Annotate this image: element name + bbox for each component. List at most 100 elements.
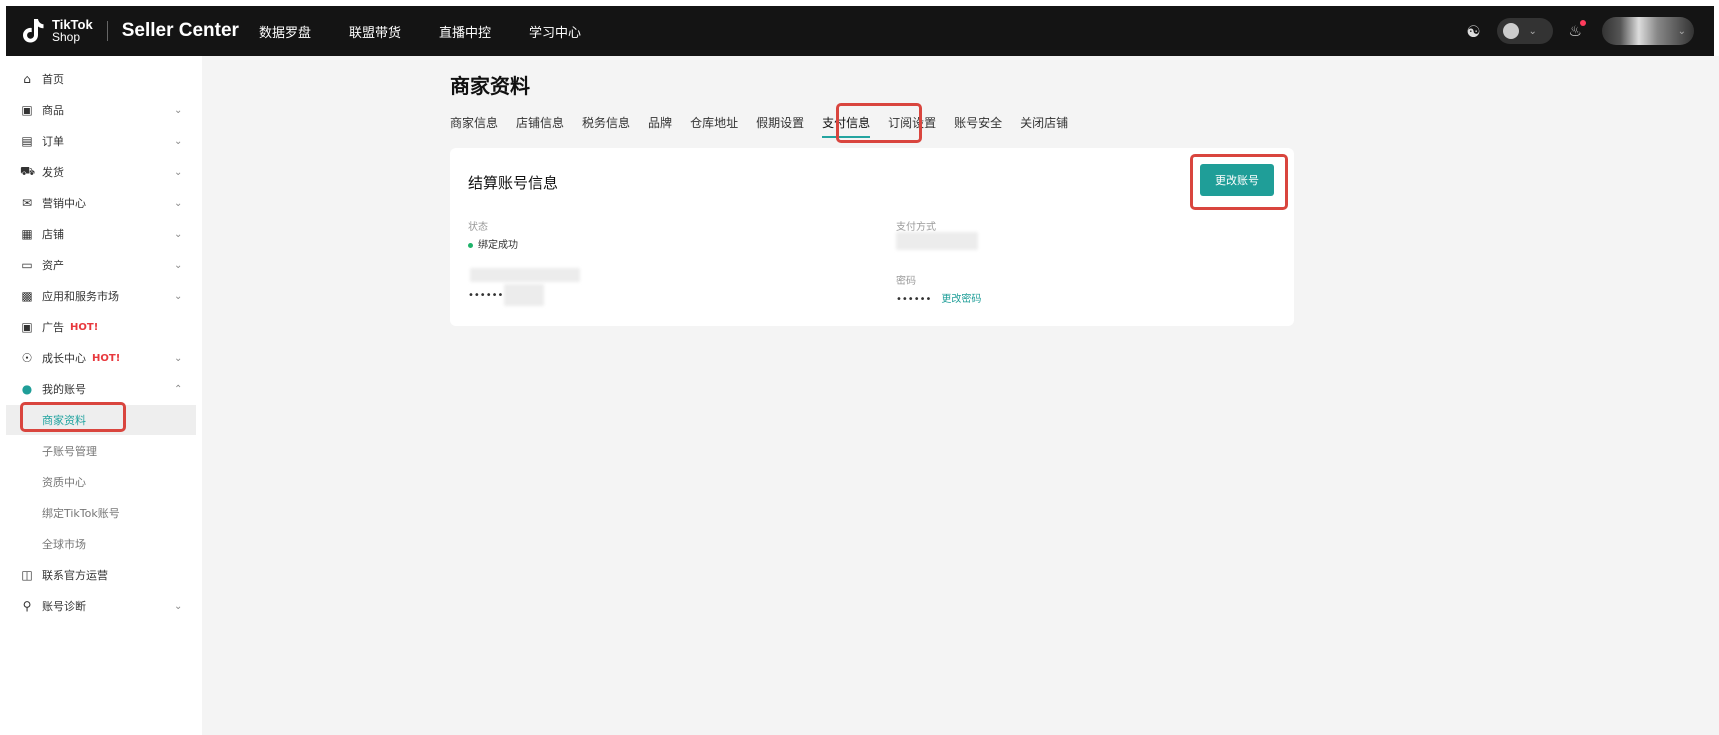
contact-icon: ◫	[21, 568, 33, 582]
sidebar-item-diagnosis[interactable]: ⚲ 账号诊断 ⌄	[6, 591, 196, 621]
sidebar-item-label: 订单	[42, 135, 64, 148]
topnav-item-data-compass[interactable]: 数据罗盘	[259, 22, 311, 41]
highlight-box-tab	[836, 103, 922, 143]
card-title: 结算账号信息	[468, 174, 559, 192]
payment-method-label: 支付方式	[896, 222, 936, 233]
blurred-account-name	[470, 268, 580, 282]
user-icon: ●	[21, 382, 33, 396]
password-masked: ••••••	[896, 294, 932, 305]
sidebar: ⌂ 首页 ▣ 商品 ⌄ ▤ 订单 ⌄ ⛟ 发货 ⌄ ✉ 营销中心 ⌄ ▦ 店铺 …	[6, 56, 202, 735]
sidebar-item-label: 账号诊断	[42, 600, 86, 613]
chevron-down-icon: ⌄	[174, 600, 183, 612]
hot-badge: HOT!	[70, 321, 99, 333]
product-icon: ▣	[21, 103, 33, 117]
tab-brand[interactable]: 品牌	[648, 114, 672, 131]
page-title: 商家资料	[450, 74, 530, 98]
account-masked: ••••••	[468, 290, 504, 301]
status-label: 状态	[468, 222, 488, 233]
tab-close-store[interactable]: 关闭店铺	[1020, 114, 1068, 131]
tab-merchant-info[interactable]: 商家信息	[450, 114, 498, 131]
sidebar-item-ads[interactable]: ▣ 广告 HOT!	[6, 312, 196, 342]
sidebar-item-label: 营销中心	[42, 197, 86, 210]
sidebar-item-store[interactable]: ▦ 店铺 ⌄	[6, 219, 196, 249]
sidebar-item-products[interactable]: ▣ 商品 ⌄	[6, 95, 196, 125]
sidebar-item-label: 发货	[42, 166, 64, 179]
sidebar-item-growth[interactable]: ☉ 成长中心 HOT! ⌄	[6, 343, 196, 373]
chevron-down-icon: ⌄	[174, 259, 183, 271]
ad-icon: ▣	[21, 320, 33, 334]
notification-dot	[1580, 20, 1586, 26]
sidebar-item-label: 联系官方运营	[42, 569, 108, 582]
sidebar-item-label: 我的账号	[42, 383, 86, 396]
medal-icon: ☉	[21, 351, 33, 365]
logo-line2: Shop	[52, 30, 81, 44]
sidebar-item-label: 广告	[42, 321, 64, 334]
tab-account-security[interactable]: 账号安全	[954, 114, 1002, 131]
password-label: 密码	[896, 276, 916, 287]
chevron-down-icon: ⌄	[174, 197, 183, 209]
sidebar-item-label: 成长中心	[42, 352, 86, 365]
brand-title[interactable]: Seller Center	[122, 20, 239, 42]
account-menu[interactable]: ⌄	[1602, 17, 1694, 45]
megaphone-icon: ✉	[21, 196, 33, 210]
chevron-down-icon: ⌄	[1677, 25, 1686, 37]
topbar-right: ☯ ⌄ ♨ ⌄	[1466, 17, 1694, 45]
sidebar-item-orders[interactable]: ▤ 订单 ⌄	[6, 126, 196, 156]
chevron-down-icon: ⌄	[1528, 25, 1537, 37]
tab-tax-info[interactable]: 税务信息	[582, 114, 630, 131]
sidebar-item-label: 应用和服务市场	[42, 290, 119, 303]
apps-icon: ▩	[21, 289, 33, 303]
tiktok-logo-icon	[23, 19, 44, 43]
change-password-link[interactable]: 更改密码	[941, 294, 981, 305]
topnav-item-learning[interactable]: 学习中心	[529, 22, 581, 41]
tab-warehouse[interactable]: 仓库地址	[690, 114, 738, 131]
topbar-divider	[106, 21, 108, 41]
blurred-account-number	[504, 284, 544, 306]
blurred-payment-method	[896, 232, 978, 250]
sidebar-item-marketing[interactable]: ✉ 营销中心 ⌄	[6, 188, 196, 218]
top-nav: 数据罗盘 联盟带货 直播中控 学习中心	[259, 22, 619, 41]
topnav-item-live-control[interactable]: 直播中控	[439, 22, 491, 41]
sidebar-item-app-market[interactable]: ▩ 应用和服务市场 ⌄	[6, 281, 196, 311]
status-value-row: 绑定成功	[468, 236, 518, 251]
main-content: 商家资料 商家信息 店铺信息 税务信息 品牌 仓库地址 假期设置 支付信息 订阅…	[202, 56, 1719, 735]
sidebar-item-label: 商品	[42, 104, 64, 117]
sidebar-item-label: 资产	[42, 259, 64, 272]
logo-text: TikTok Shop	[52, 18, 93, 44]
sidebar-subitem-global-market[interactable]: 全球市场	[6, 529, 196, 559]
headset-icon[interactable]: ☯	[1466, 22, 1480, 41]
chevron-down-icon: ⌄	[174, 104, 183, 116]
chevron-down-icon: ⌄	[174, 166, 183, 178]
bell-icon[interactable]: ♨	[1569, 20, 1586, 40]
order-icon: ▤	[21, 134, 33, 148]
sidebar-item-home[interactable]: ⌂ 首页	[6, 64, 196, 94]
message-dropdown[interactable]: ⌄	[1496, 18, 1553, 44]
shipping-icon: ⛟	[20, 164, 36, 178]
settlement-account-card: 结算账号信息 更改账号 状态 绑定成功 •••••• 支付方式 密码 •••••…	[450, 148, 1294, 326]
home-icon: ⌂	[23, 72, 31, 86]
profile-tabs: 商家信息 店铺信息 税务信息 品牌 仓库地址 假期设置 支付信息 订阅设置 账号…	[450, 114, 1086, 138]
sidebar-item-assets[interactable]: ▭ 资产 ⌄	[6, 250, 196, 280]
chevron-down-icon: ⌄	[174, 290, 183, 302]
hot-badge: HOT!	[92, 352, 121, 364]
sidebar-item-label: 首页	[42, 73, 64, 86]
sidebar-subitem-bind-tiktok[interactable]: 绑定TikTok账号	[6, 498, 196, 528]
sidebar-subitem-subaccounts[interactable]: 子账号管理	[6, 436, 196, 466]
tab-store-info[interactable]: 店铺信息	[516, 114, 564, 131]
chat-icon	[1502, 23, 1519, 39]
chevron-down-icon: ⌄	[174, 135, 183, 147]
sidebar-item-label: 店铺	[42, 228, 64, 241]
sidebar-item-contact-ops[interactable]: ◫ 联系官方运营	[6, 560, 196, 590]
topnav-item-affiliate[interactable]: 联盟带货	[349, 22, 401, 41]
status-dot	[468, 242, 473, 248]
wallet-icon: ▭	[21, 258, 33, 272]
sidebar-item-my-account[interactable]: ● 我的账号 ⌃	[6, 374, 196, 404]
sidebar-subitem-qualification[interactable]: 资质中心	[6, 467, 196, 497]
chevron-down-icon: ⌄	[174, 228, 183, 240]
tiktok-shop-logo[interactable]: TikTok Shop	[20, 17, 93, 45]
chevron-down-icon: ⌄	[174, 352, 183, 364]
highlight-box-sidebar	[20, 402, 126, 432]
sidebar-item-shipping[interactable]: ⛟ 发货 ⌄	[6, 157, 196, 187]
tab-holiday[interactable]: 假期设置	[756, 114, 804, 131]
app-frame: TikTok Shop Seller Center 数据罗盘 联盟带货 直播中控…	[0, 0, 1719, 735]
